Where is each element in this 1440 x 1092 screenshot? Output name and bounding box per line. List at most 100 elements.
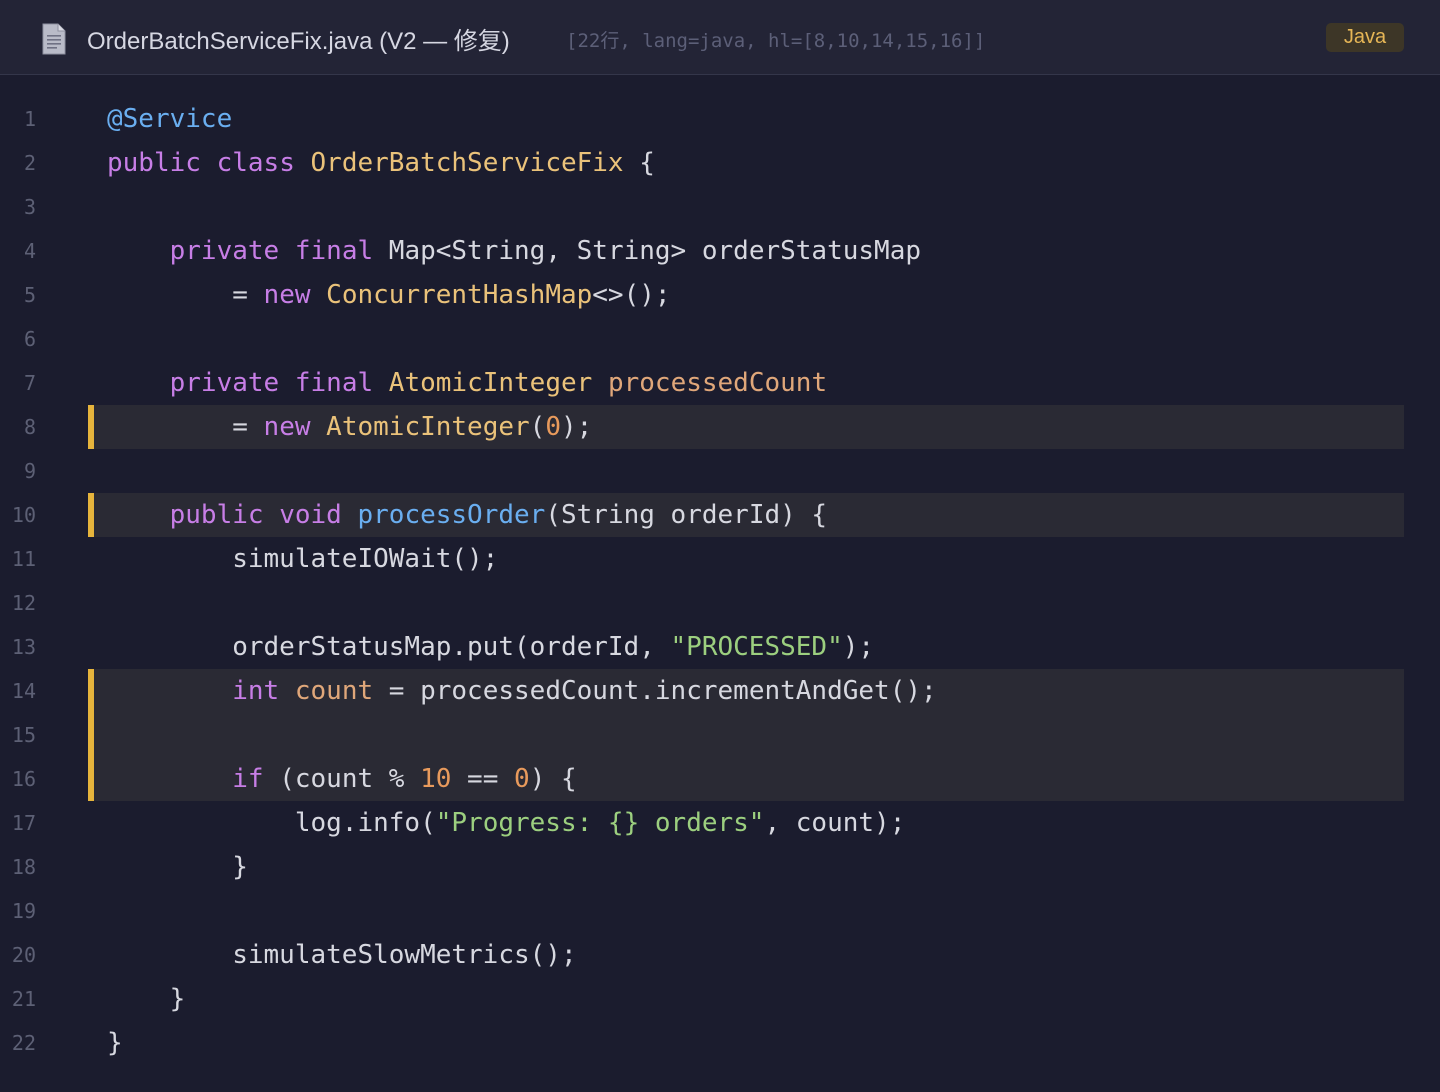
- line-number: 7: [23, 371, 36, 395]
- code-token: AtomicInteger: [388, 368, 593, 398]
- file-meta: [22行, lang=java, hl=[8,10,14,15,16]]: [566, 30, 986, 52]
- code-line: 18 }: [0, 845, 1440, 889]
- code-token: ==: [451, 764, 515, 794]
- code-line: 15: [0, 713, 1440, 757]
- code-token: int: [232, 676, 280, 706]
- line-source: private final AtomicInteger processedCou…: [107, 361, 827, 405]
- line-number: 19: [11, 899, 36, 923]
- code-token: }: [107, 984, 186, 1014]
- code-token: }: [107, 852, 248, 882]
- line-source: private final Map<String, String> orderS…: [107, 229, 921, 273]
- line-number: 12: [11, 591, 36, 615]
- code-token: public: [107, 148, 201, 178]
- line-number: 9: [23, 459, 36, 483]
- line-number: 5: [23, 283, 36, 307]
- code-token: (: [529, 412, 546, 442]
- line-source: }: [107, 845, 248, 889]
- code-token: );: [842, 632, 875, 662]
- code-token: , count);: [764, 808, 906, 838]
- line-source: }: [107, 1021, 123, 1065]
- line-source: simulateSlowMetrics();: [107, 933, 577, 977]
- code-line: 20 simulateSlowMetrics();: [0, 933, 1440, 977]
- line-number: 20: [11, 943, 36, 967]
- code-token: final: [294, 236, 374, 266]
- code-token: Map<String, String> orderStatusMap: [373, 236, 922, 266]
- code-token: final: [294, 368, 374, 398]
- code-line: 1 @Service: [0, 97, 1440, 141]
- line-source: }: [107, 977, 186, 1021]
- code-token: public: [169, 500, 264, 530]
- code-token: private: [169, 368, 280, 398]
- language-badge: Java: [1326, 23, 1404, 52]
- code-line: 7 private final AtomicInteger processedC…: [0, 361, 1440, 405]
- code-token: new: [263, 280, 311, 310]
- code-token: orderStatusMap.put(orderId,: [107, 632, 671, 662]
- code-token: private: [169, 236, 280, 266]
- code-token: 0: [545, 412, 561, 442]
- file-title: OrderBatchServiceFix.java (V2 — 修复): [87, 28, 510, 55]
- line-source: int count = processedCount.incrementAndG…: [107, 669, 937, 713]
- code-token: class: [216, 148, 295, 178]
- code-token: simulateSlowMetrics();: [107, 940, 577, 970]
- code-line: 3: [0, 185, 1440, 229]
- code-token: log.info(: [107, 808, 436, 838]
- code-token: processOrder: [357, 500, 546, 530]
- code-line: 11 simulateIOWait();: [0, 537, 1440, 581]
- code-token: =: [107, 412, 264, 442]
- code-line: 21 }: [0, 977, 1440, 1021]
- code-line: 9: [0, 449, 1440, 493]
- code-token: if: [232, 764, 264, 794]
- code-token: @Service: [107, 104, 233, 134]
- line-number: 13: [11, 635, 36, 659]
- line-source: @Service: [107, 97, 232, 141]
- line-highlight: [88, 713, 1404, 757]
- code-line: 16 if (count % 10 == 0) {: [0, 757, 1440, 801]
- code-line: 17 log.info("Progress: {} orders", count…: [0, 801, 1440, 845]
- line-number: 3: [23, 195, 36, 219]
- code-line: 12: [0, 581, 1440, 625]
- code-token: ConcurrentHashMap: [326, 280, 593, 310]
- code-token: OrderBatchServiceFix: [310, 148, 624, 178]
- code-token: simulateIOWait();: [107, 544, 499, 574]
- line-number: 15: [11, 723, 36, 747]
- file-header: OrderBatchServiceFix.java (V2 — 修复) [22行…: [0, 0, 1440, 75]
- code-token: =: [107, 280, 264, 310]
- code-line: 19: [0, 889, 1440, 933]
- code-line: 2 public class OrderBatchServiceFix {: [0, 141, 1440, 185]
- code-block[interactable]: 1 @Service 2 public class OrderBatchService…: [0, 97, 1440, 1065]
- line-source: log.info("Progress: {} orders", count);: [107, 801, 906, 845]
- line-number: 22: [11, 1031, 36, 1055]
- line-source: simulateIOWait();: [107, 537, 498, 581]
- code-viewer-window: OrderBatchServiceFix.java (V2 — 修复) [22行…: [0, 0, 1440, 1092]
- code-line: 8 = new AtomicInteger(0);: [0, 405, 1440, 449]
- code-token: <>();: [592, 280, 671, 310]
- line-number: 4: [23, 239, 36, 263]
- code-line: 13 orderStatusMap.put(orderId, "PROCESSE…: [0, 625, 1440, 669]
- line-source: = new ConcurrentHashMap<>();: [107, 273, 671, 317]
- code-token: 10: [420, 764, 452, 794]
- code-token: = processedCount.incrementAndGet();: [373, 676, 937, 706]
- code-line: 4 private final Map<String, String> orde…: [0, 229, 1440, 273]
- code-line: 10 public void processOrder(String order…: [0, 493, 1440, 537]
- code-line: 14 int count = processedCount.incrementA…: [0, 669, 1440, 713]
- code-line: 5 = new ConcurrentHashMap<>();: [0, 273, 1440, 317]
- code-token: (String orderId) {: [545, 500, 828, 530]
- code-line: 22}: [0, 1021, 1440, 1065]
- line-number: 10: [11, 503, 36, 527]
- code-token: );: [560, 412, 593, 442]
- code-token: AtomicInteger: [326, 412, 530, 442]
- code-token: 0: [514, 764, 530, 794]
